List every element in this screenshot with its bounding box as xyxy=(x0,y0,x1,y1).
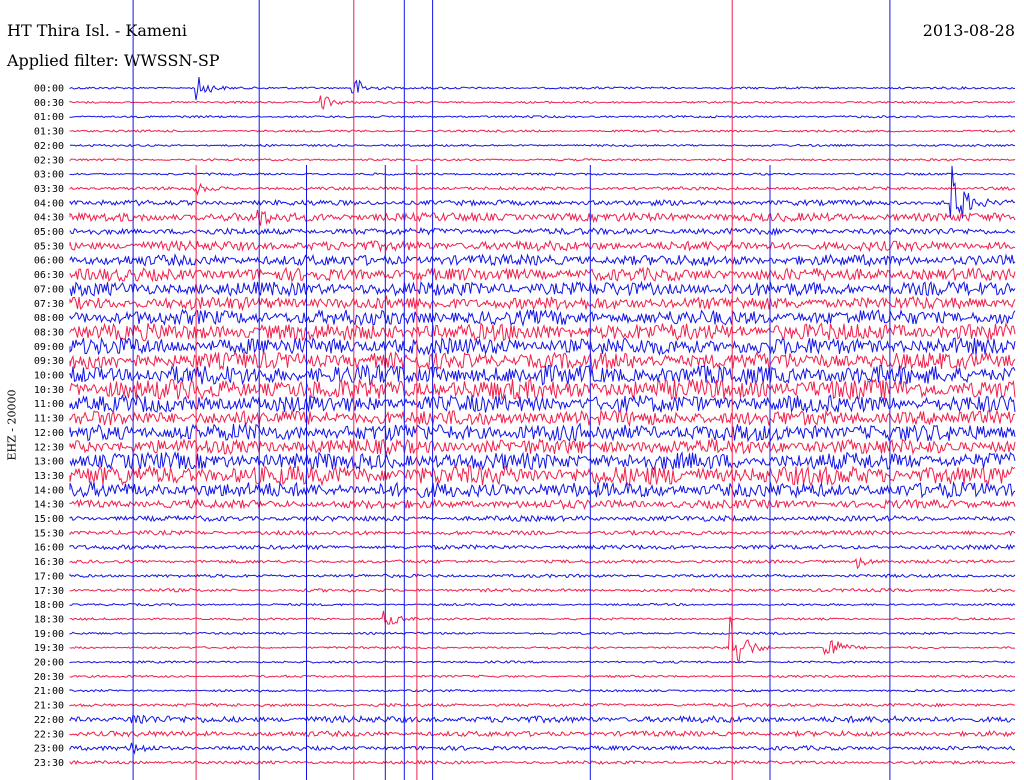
row-time-label: 12:00 xyxy=(34,428,64,439)
row-time-label: 09:30 xyxy=(34,356,64,367)
row-time-label: 05:00 xyxy=(34,227,64,238)
helicorder-page: HT Thira Isl. - Kameni 2013-08-28 Applie… xyxy=(0,0,1024,780)
trace-line xyxy=(69,363,1016,386)
row-time-label: 04:30 xyxy=(34,213,64,224)
trace-line xyxy=(69,529,1016,537)
row-time-label: 01:30 xyxy=(34,127,64,138)
row-time-label: 17:00 xyxy=(34,571,64,582)
trace-line xyxy=(69,350,1016,371)
trace-line xyxy=(69,308,1016,328)
trace-line xyxy=(69,702,1016,708)
row-time-label: 16:30 xyxy=(34,557,64,568)
trace-line xyxy=(69,602,1016,607)
seismogram-chart: 00:00 00:30 01:00 01:30 02:00 02:30 03:00 03:30… xyxy=(34,0,1016,780)
trace-line xyxy=(69,266,1016,283)
row-time-label: 00:00 xyxy=(34,84,64,95)
trace-line xyxy=(69,336,1016,357)
row-time-label: 03:30 xyxy=(34,184,64,195)
trace-line xyxy=(69,514,1016,523)
row-time-label: 07:30 xyxy=(34,299,64,310)
row-time-label: 21:30 xyxy=(34,701,64,712)
row-time-label: 19:00 xyxy=(34,629,64,640)
trace-line xyxy=(69,688,1016,693)
trace-line xyxy=(69,587,1016,593)
trace-line xyxy=(69,129,1016,133)
trace-line xyxy=(69,239,1016,253)
row-time-label: 12:30 xyxy=(34,442,64,453)
trace-line xyxy=(69,409,1016,428)
row-time-label: 18:30 xyxy=(34,614,64,625)
row-time-label: 15:30 xyxy=(34,528,64,539)
trace-line xyxy=(69,158,1016,162)
trace-line xyxy=(69,280,1016,298)
row-time-label: 20:30 xyxy=(34,672,64,683)
row-time-label: 23:30 xyxy=(34,758,64,769)
row-time-label: 04:00 xyxy=(34,198,64,209)
trace-line xyxy=(69,674,1016,679)
trace-line xyxy=(69,422,1016,443)
row-time-label: 22:00 xyxy=(34,715,64,726)
trace-line xyxy=(69,759,1016,766)
trace-line xyxy=(69,616,1016,664)
row-time-label: 15:00 xyxy=(34,514,64,525)
trace-line xyxy=(69,631,1016,636)
row-time-label: 17:30 xyxy=(34,586,64,597)
trace-line xyxy=(69,393,1016,414)
row-time-label: 13:30 xyxy=(34,471,64,482)
row-time-label: 13:00 xyxy=(34,457,64,468)
trace-line xyxy=(69,253,1016,268)
trace-line xyxy=(69,480,1016,500)
trace-line xyxy=(69,172,1016,176)
trace-line xyxy=(69,76,1016,101)
trace-line xyxy=(69,209,1016,226)
row-time-label: 06:00 xyxy=(34,256,64,267)
row-time-label: 10:30 xyxy=(34,385,64,396)
row-time-label: 18:00 xyxy=(34,600,64,611)
trace-line xyxy=(69,294,1016,312)
row-time-label: 01:00 xyxy=(34,112,64,123)
trace-line xyxy=(69,610,1016,625)
row-time-label: 10:00 xyxy=(34,371,64,382)
row-time-label: 09:00 xyxy=(34,342,64,353)
row-time-label: 21:00 xyxy=(34,686,64,697)
row-time-label: 05:30 xyxy=(34,241,64,252)
trace-line xyxy=(69,143,1015,148)
trace-line xyxy=(69,226,1016,237)
trace-line xyxy=(69,714,1016,725)
row-time-label: 16:00 xyxy=(34,543,64,554)
trace-line xyxy=(69,543,1016,551)
row-time-label: 11:00 xyxy=(34,399,64,410)
row-time-label: 06:30 xyxy=(34,270,64,281)
row-time-label: 03:00 xyxy=(34,170,64,181)
trace-line xyxy=(69,321,1016,342)
trace-line xyxy=(69,450,1016,471)
row-time-label: 11:30 xyxy=(34,414,64,425)
trace-line xyxy=(69,742,1016,755)
row-time-label: 07:00 xyxy=(34,284,64,295)
trace-line xyxy=(69,182,1016,196)
trace-line xyxy=(69,498,1016,511)
row-time-label: 14:00 xyxy=(34,485,64,496)
row-time-label: 02:30 xyxy=(34,155,64,166)
row-time-label: 08:30 xyxy=(34,327,64,338)
row-time-label: 00:30 xyxy=(34,98,64,109)
trace-line xyxy=(69,464,1016,487)
row-time-label: 08:00 xyxy=(34,313,64,324)
row-time-label: 23:00 xyxy=(34,744,64,755)
row-time-label: 19:30 xyxy=(34,643,64,654)
row-time-label: 14:30 xyxy=(34,500,64,511)
row-time-label: 22:30 xyxy=(34,729,64,740)
trace-line xyxy=(69,437,1016,456)
trace-line xyxy=(69,573,1016,579)
trace-line xyxy=(69,95,1016,110)
trace-line xyxy=(69,729,1016,738)
trace-line xyxy=(69,114,1015,119)
row-time-label: 20:00 xyxy=(34,658,64,669)
trace-line xyxy=(69,556,1016,570)
trace-line xyxy=(69,660,1016,664)
row-time-label: 02:00 xyxy=(34,141,64,152)
